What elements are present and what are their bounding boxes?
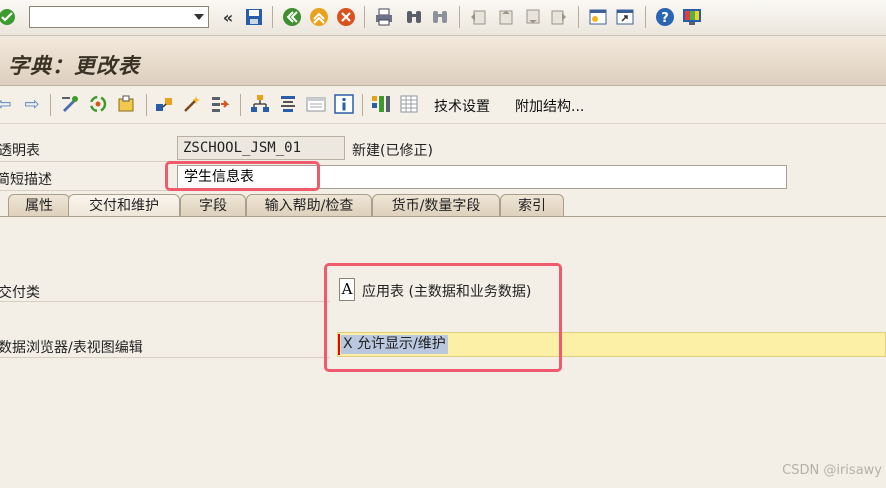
delivery-class-label: 交付类	[0, 285, 40, 301]
new-session-icon[interactable]	[588, 7, 608, 27]
page-title: 字典：更改表	[8, 53, 140, 78]
tab-input-help-check[interactable]: 输入帮助/检查	[246, 194, 372, 217]
hierarchy-icon[interactable]	[250, 94, 270, 114]
shortcut-icon[interactable]	[615, 7, 635, 27]
table-layout-icon[interactable]	[399, 94, 419, 114]
exit-icon[interactable]	[309, 7, 329, 27]
short-description-label: 简短描述	[0, 172, 52, 188]
data-browser-maintenance-label: 数据浏览器/表视图编辑	[0, 340, 143, 356]
table-type-label: 透明表	[0, 143, 40, 159]
tab-currency-quantity-fields[interactable]: 货币/数量字段	[372, 194, 500, 217]
align-list-icon[interactable]	[278, 94, 298, 114]
chevron-down-icon[interactable]	[194, 14, 204, 20]
other-object-icon[interactable]	[116, 94, 136, 114]
title-bar: 字典：更改表	[0, 36, 886, 86]
application-toolbar: ⇦ ⇨ 技术设置 附加结构...	[0, 86, 886, 124]
watermark: CSDN @irisawy	[782, 463, 882, 478]
find-icon[interactable]	[404, 7, 424, 27]
tech-settings-button[interactable]: 技术设置	[434, 96, 490, 116]
double-chevron-left-icon[interactable]: «	[218, 7, 238, 27]
next-page-icon[interactable]	[522, 7, 542, 27]
print-icon[interactable]	[374, 7, 394, 27]
highlight-short-description	[165, 161, 320, 191]
append-structure-button[interactable]: 附加结构...	[515, 96, 584, 116]
command-field[interactable]	[29, 6, 209, 28]
table-status-text: 新建(已修正)	[352, 143, 433, 159]
where-used-icon[interactable]	[210, 94, 230, 114]
save-icon[interactable]	[244, 7, 264, 27]
activate-icon[interactable]	[182, 94, 202, 114]
display-change-icon[interactable]	[60, 94, 80, 114]
arrow-right-icon[interactable]: ⇨	[22, 94, 42, 115]
enter-icon[interactable]	[0, 7, 17, 27]
last-page-icon[interactable]	[549, 7, 569, 27]
customize-layout-icon[interactable]	[682, 7, 702, 27]
back-icon[interactable]	[282, 7, 302, 27]
first-page-icon[interactable]	[468, 7, 488, 27]
find-next-icon[interactable]	[430, 7, 450, 27]
tab-indexes[interactable]: 索引	[500, 194, 564, 217]
arrow-left-icon[interactable]: ⇦	[0, 94, 14, 115]
tab-fields[interactable]: 字段	[180, 194, 246, 217]
previous-page-icon[interactable]	[495, 7, 515, 27]
table-name-field[interactable]: ZSCHOOL_JSM_01	[177, 136, 345, 160]
help-icon[interactable]: ?	[655, 7, 675, 27]
active-inactive-icon[interactable]	[88, 94, 108, 114]
check-icon[interactable]	[154, 94, 174, 114]
documentation-icon[interactable]	[306, 94, 326, 114]
highlight-delivery-maintenance	[324, 263, 562, 372]
cancel-icon[interactable]	[336, 7, 356, 27]
tab-delivery-maintenance[interactable]: 交付和维护	[68, 194, 180, 217]
system-toolbar: « ?	[0, 0, 886, 36]
tab-attributes[interactable]: 属性	[8, 194, 70, 217]
tab-strip: 属性 交付和维护 字段 输入帮助/检查 货币/数量字段 索引	[0, 194, 886, 217]
info-icon[interactable]	[334, 94, 354, 114]
svg-text:?: ?	[661, 11, 669, 26]
grid-icon[interactable]	[371, 94, 391, 114]
